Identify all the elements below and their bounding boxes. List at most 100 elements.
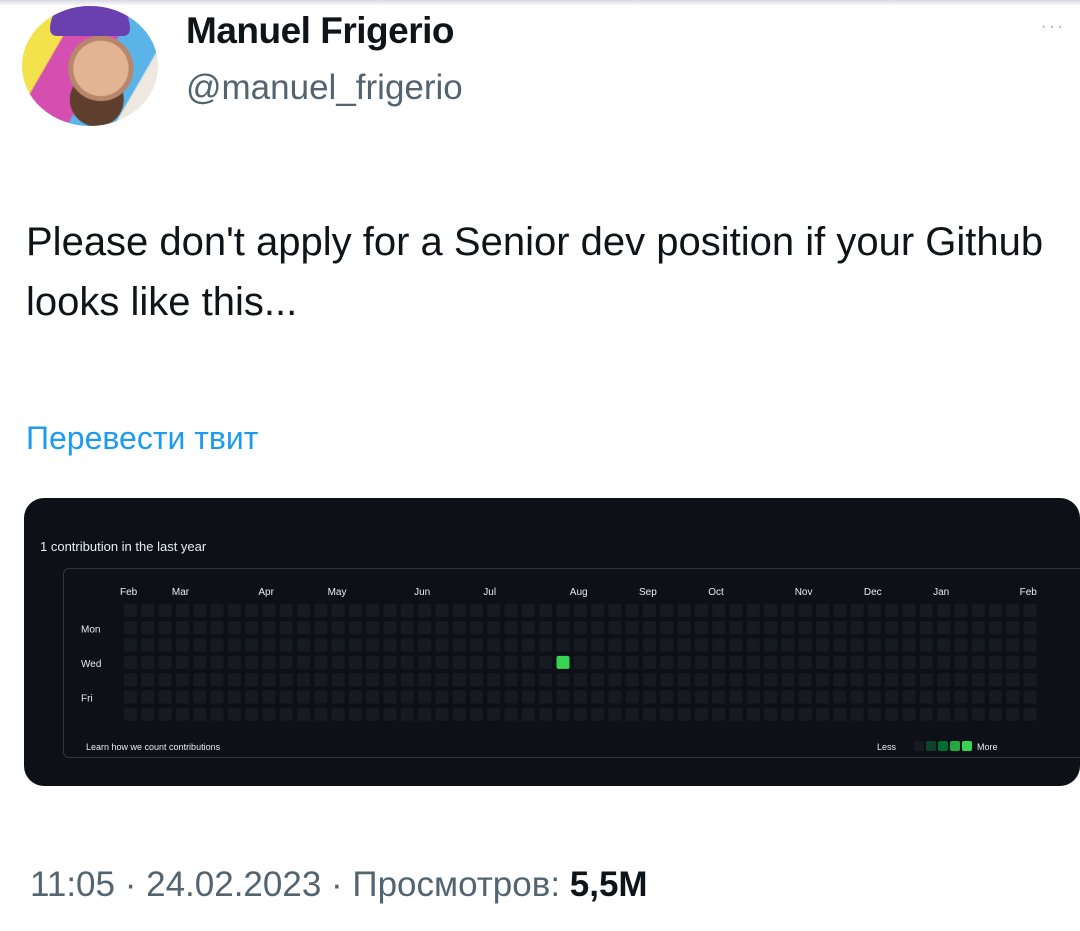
contribution-cell xyxy=(210,707,224,721)
contribution-cell xyxy=(279,690,293,704)
contribution-cell-active xyxy=(556,655,570,669)
contribution-cell xyxy=(556,604,570,617)
contribution-cell xyxy=(1006,604,1020,617)
learn-how-link[interactable]: Learn how we count contributions xyxy=(86,742,221,752)
contribution-cell xyxy=(193,673,207,687)
contribution-cell xyxy=(227,673,241,687)
contribution-cell xyxy=(591,621,605,635)
contribution-cell xyxy=(677,604,691,617)
contribution-cell xyxy=(504,707,518,721)
contribution-cell xyxy=(625,707,639,721)
contribution-cell xyxy=(124,621,137,635)
tweet-date[interactable]: 24.02.2023 xyxy=(146,865,321,904)
contribution-cell xyxy=(418,604,432,617)
contribution-cell xyxy=(643,690,656,704)
contribution-cell xyxy=(418,638,432,652)
contribution-cell xyxy=(504,638,518,652)
contribution-cell xyxy=(400,690,414,704)
contribution-cell xyxy=(314,690,328,704)
contribution-cell xyxy=(504,673,518,687)
month-label-4: Jun xyxy=(414,587,430,598)
contribution-cell xyxy=(885,707,899,721)
contribution-cell xyxy=(971,621,985,635)
contribution-cell xyxy=(902,673,916,687)
avatar[interactable] xyxy=(22,6,158,126)
contribution-cell xyxy=(954,655,968,669)
contribution-cell xyxy=(383,621,397,635)
contribution-cell xyxy=(279,621,293,635)
contribution-cell xyxy=(850,673,864,687)
contribution-cell xyxy=(625,655,639,669)
contribution-cell xyxy=(729,621,743,635)
contribution-cell xyxy=(937,655,951,669)
tweet-time[interactable]: 11:05 xyxy=(30,865,115,904)
contribution-cell xyxy=(400,655,414,669)
contribution-cell xyxy=(694,621,708,635)
contribution-cell xyxy=(348,690,362,704)
contribution-cell xyxy=(141,604,155,617)
contribution-cell xyxy=(245,673,259,687)
user-handle[interactable]: @manuel_frigerio xyxy=(186,68,463,108)
legend-less: Less xyxy=(877,742,897,752)
month-label-9: Nov xyxy=(795,587,813,598)
weekday-label-1: Wed xyxy=(81,659,101,670)
contribution-cell xyxy=(314,604,328,617)
contribution-cell xyxy=(470,655,483,669)
contribution-cell xyxy=(470,690,483,704)
display-name[interactable]: Manuel Frigerio xyxy=(186,10,454,52)
contribution-cell xyxy=(591,707,605,721)
contribution-cell xyxy=(764,621,778,635)
contribution-cell xyxy=(798,621,812,635)
contribution-cell xyxy=(954,621,968,635)
contribution-cell xyxy=(1023,707,1037,721)
translate-tweet-link[interactable]: Перевести твит xyxy=(26,420,258,457)
contribution-cell xyxy=(141,673,155,687)
contribution-cell xyxy=(677,638,691,652)
contribution-cell xyxy=(556,673,570,687)
contribution-cell xyxy=(227,621,241,635)
contribution-cell xyxy=(245,655,259,669)
contribution-cell xyxy=(158,690,172,704)
contribution-cell xyxy=(660,638,674,652)
contribution-cell xyxy=(937,621,951,635)
month-label-0: Feb xyxy=(120,587,138,598)
month-label-10: Dec xyxy=(864,587,882,598)
more-options-icon[interactable]: ··· xyxy=(1040,15,1065,37)
contribution-graph-image[interactable]: 1 contribution in the last year Feb Mar Ap… xyxy=(24,498,1080,786)
contribution-cell xyxy=(539,621,553,635)
contribution-cell xyxy=(141,707,155,721)
contribution-cell xyxy=(746,655,760,669)
contribution-cell xyxy=(504,690,518,704)
contribution-cell xyxy=(366,604,380,617)
contribution-cell xyxy=(937,690,951,704)
contribution-calendar: Feb Mar Apr May Jun Jul Aug Sep Oct Nov Dec Jan Feb M… xyxy=(81,587,1037,752)
contribution-cell xyxy=(816,673,829,687)
contribution-cell xyxy=(1006,690,1020,704)
contribution-cell xyxy=(746,707,760,721)
contribution-cell xyxy=(297,673,310,687)
month-label-5: Jul xyxy=(483,587,496,598)
contribution-cell xyxy=(383,707,397,721)
avatar-cap xyxy=(50,6,130,36)
contribution-cell xyxy=(850,707,864,721)
contribution-cell xyxy=(141,638,155,652)
contribution-cell xyxy=(971,655,985,669)
contribution-cell xyxy=(625,638,639,652)
contribution-cell xyxy=(764,655,778,669)
contribution-cell xyxy=(677,690,691,704)
contribution-cell xyxy=(885,621,899,635)
contribution-cell xyxy=(227,655,241,669)
contribution-cell xyxy=(764,707,778,721)
contribution-cell xyxy=(400,638,414,652)
contribution-cell xyxy=(348,638,362,652)
contribution-cell xyxy=(850,655,864,669)
contribution-cell xyxy=(418,707,432,721)
contribution-cell xyxy=(348,621,362,635)
contribution-cell xyxy=(867,604,881,617)
contribution-cell xyxy=(591,638,605,652)
contribution-cell xyxy=(539,655,553,669)
contribution-cell xyxy=(348,604,362,617)
contribution-cell xyxy=(487,707,501,721)
contribution-cell xyxy=(435,673,449,687)
contribution-cell xyxy=(504,621,518,635)
